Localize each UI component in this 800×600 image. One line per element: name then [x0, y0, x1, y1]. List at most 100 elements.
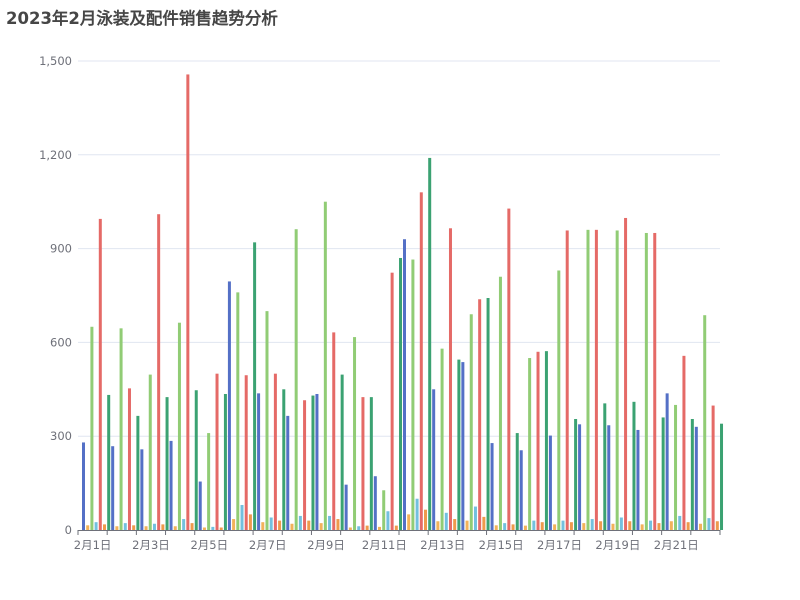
- bar: [523, 525, 527, 530]
- bar: [632, 401, 636, 530]
- y-axis-ticks: 0 300 600 900 1,200 1,500: [39, 54, 72, 537]
- bar: [123, 523, 127, 530]
- bar: [236, 292, 240, 530]
- x-tick-label: 2月11日: [362, 538, 407, 552]
- bar: [323, 201, 327, 530]
- bar: [640, 524, 644, 530]
- bar: [615, 230, 619, 530]
- y-tick-label: 300: [50, 429, 72, 443]
- bar: [448, 228, 452, 530]
- bar: [127, 388, 131, 530]
- bar: [561, 520, 565, 530]
- bar: [344, 484, 348, 530]
- x-tick-label: 2月3日: [132, 538, 170, 552]
- bar: [303, 400, 307, 530]
- bar: [453, 519, 457, 530]
- bar: [232, 519, 236, 530]
- bar: [186, 74, 190, 530]
- bar: [103, 524, 106, 530]
- bar: [190, 523, 194, 530]
- bar: [182, 519, 186, 530]
- bar: [115, 526, 119, 530]
- bar: [173, 526, 177, 530]
- bar: [574, 419, 578, 530]
- bar: [644, 232, 648, 530]
- bar: [619, 517, 623, 530]
- bar: [244, 375, 248, 530]
- bar: [465, 520, 469, 530]
- bar: [548, 435, 552, 530]
- bar: [369, 397, 373, 530]
- bar: [386, 511, 390, 530]
- bar: [353, 337, 357, 530]
- bar: [311, 395, 315, 530]
- bar: [227, 281, 231, 530]
- bar: [628, 521, 632, 530]
- bar: [690, 419, 694, 530]
- bar: [382, 490, 386, 530]
- bar: [486, 298, 490, 530]
- bar: [198, 481, 202, 530]
- bar: [586, 229, 590, 530]
- bar: [194, 390, 198, 530]
- x-tick-label: 2月15日: [479, 538, 524, 552]
- bar: [707, 518, 711, 530]
- bar: [223, 393, 227, 530]
- bar: [407, 514, 411, 530]
- bar: [132, 525, 136, 530]
- bar: [144, 526, 148, 530]
- bar: [649, 520, 653, 530]
- bar: [582, 523, 586, 530]
- bar: [653, 232, 657, 530]
- bar: [603, 403, 607, 530]
- bar: [215, 373, 219, 530]
- bar: [219, 527, 223, 530]
- bar: [686, 522, 690, 530]
- bar: [152, 523, 156, 530]
- x-tick-label: 2月1日: [74, 538, 112, 552]
- bar: [348, 527, 352, 530]
- bar: [332, 332, 336, 530]
- bar: [473, 506, 477, 530]
- bar: [211, 526, 215, 530]
- bar: [694, 426, 698, 530]
- bar: [136, 415, 140, 530]
- x-tick-label: 2月19日: [595, 538, 640, 552]
- bar: [594, 229, 598, 530]
- bar: [440, 348, 444, 530]
- bar: [715, 521, 719, 530]
- bar: [290, 523, 294, 530]
- bar: [169, 440, 173, 530]
- bar: [378, 526, 382, 530]
- bar: [699, 523, 703, 530]
- bars: [82, 74, 724, 530]
- bar: [165, 397, 169, 530]
- bar: [340, 374, 344, 530]
- x-tick-label: 2月9日: [307, 538, 345, 552]
- bar: [682, 355, 686, 530]
- bar: [636, 429, 640, 530]
- bar: [177, 322, 181, 530]
- bar: [665, 393, 669, 530]
- bar: [286, 415, 290, 530]
- bar: [565, 230, 569, 530]
- y-tick-label: 900: [50, 242, 72, 256]
- y-tick-label: 1,200: [39, 148, 72, 162]
- bar-chart: 0 300 600 900 1,200 1,500 2月1日 2月3日 2月5日 2月7日 2月9…: [39, 54, 724, 552]
- gridlines: [78, 60, 720, 437]
- bar: [361, 397, 365, 530]
- bar: [432, 389, 436, 530]
- bar: [119, 328, 123, 530]
- bar: [394, 525, 398, 530]
- bar: [107, 394, 111, 530]
- bar: [98, 218, 102, 530]
- bar: [148, 374, 152, 530]
- bar: [415, 498, 419, 530]
- bar: [540, 522, 544, 530]
- bar: [657, 523, 661, 530]
- bar: [261, 522, 265, 530]
- bar: [711, 405, 715, 530]
- bar: [403, 239, 406, 530]
- x-tick-label: 2月13日: [420, 538, 465, 552]
- bar: [94, 522, 98, 530]
